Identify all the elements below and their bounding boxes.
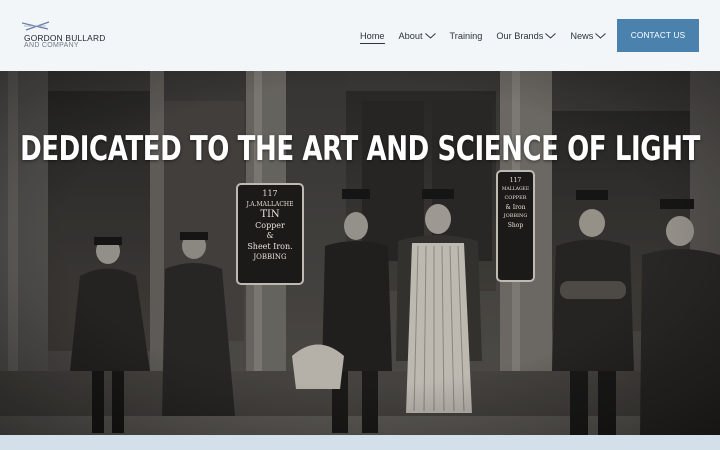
sign-line: Sheet Iron.: [247, 241, 293, 251]
nav-item-news[interactable]: News: [570, 31, 607, 41]
sign-line: & Iron: [505, 204, 526, 211]
nav-item-home[interactable]: Home: [360, 31, 385, 44]
chevron-down-icon: [545, 33, 557, 39]
nav-item-our-brands[interactable]: Our Brands: [496, 31, 557, 41]
sign-line: JOBBING: [503, 213, 528, 219]
hero-historic-photo: [0, 71, 720, 435]
sign-line: MALLAGEE: [501, 187, 530, 192]
main-nav: Home About Training Our Brands News: [360, 28, 620, 44]
sign-number: 117: [509, 177, 522, 184]
hero-title: DEDICATED TO THE ART AND SCIENCE OF LIGH…: [20, 130, 700, 169]
site-header: GORDON BULLARD AND COMPANY Home About Tr…: [0, 0, 720, 71]
sign-left-text: 117 J.A.MALLACHE TIN Copper & Sheet Iron…: [240, 189, 300, 263]
hero-banner: 117 J.A.MALLACHE TIN Copper & Sheet Iron…: [0, 71, 720, 435]
company-logo[interactable]: GORDON BULLARD AND COMPANY: [22, 20, 132, 54]
nav-label: News: [570, 31, 594, 41]
sign-line: COPPER: [504, 195, 527, 201]
section-band: [0, 435, 720, 450]
nav-item-training[interactable]: Training: [450, 31, 483, 41]
sign-line: TIN: [260, 209, 280, 220]
logo-text-secondary: AND COMPANY: [24, 42, 79, 49]
contact-us-button[interactable]: CONTACT US: [617, 19, 699, 52]
nav-label: About: [398, 31, 423, 41]
chevron-down-icon: [424, 33, 436, 39]
sign-line: Copper: [255, 220, 285, 230]
nav-label: Training: [449, 31, 483, 41]
sign-number: 117: [262, 189, 278, 198]
sign-line: &: [266, 231, 274, 240]
nav-label: Our Brands: [496, 31, 544, 41]
sign-line: JOBBING: [253, 253, 287, 261]
chevron-down-icon: [595, 33, 607, 39]
sign-line: Shop: [507, 222, 524, 229]
nav-label: Home: [360, 31, 385, 41]
nav-item-about[interactable]: About: [399, 31, 436, 41]
sign-right-text: 117 MALLAGEE COPPER & Iron JOBBING Shop: [499, 176, 532, 230]
logo-mark-icon: [22, 21, 50, 31]
